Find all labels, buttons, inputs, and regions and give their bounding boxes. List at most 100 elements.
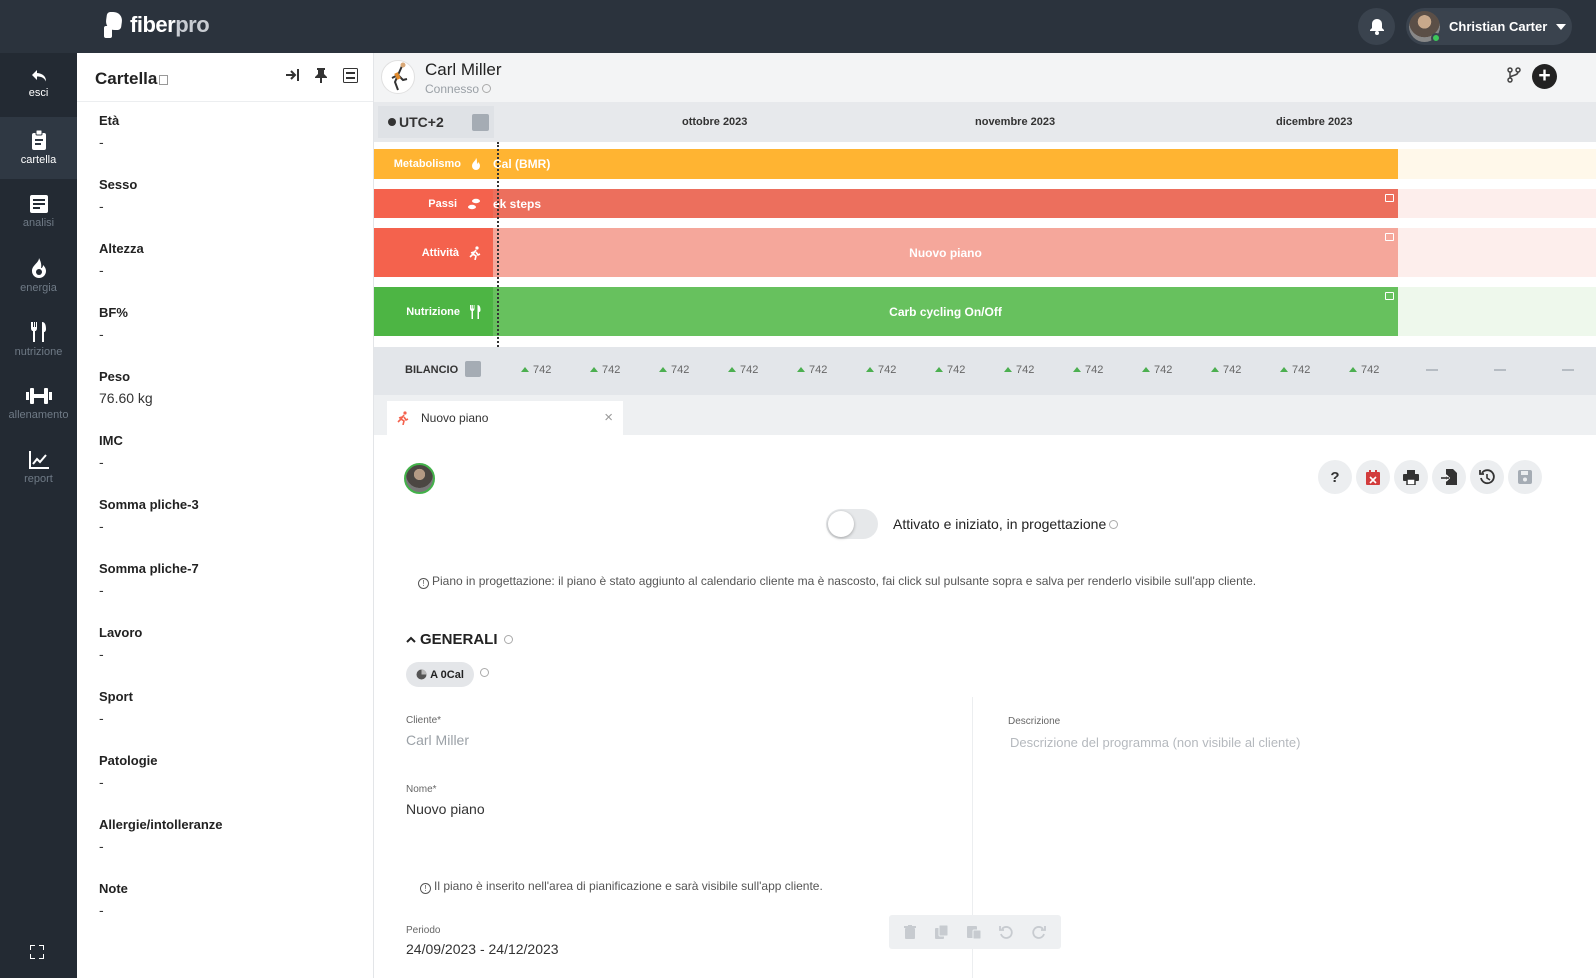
undo-icon[interactable] [999,925,1014,939]
delete-plan-button[interactable] [1356,460,1390,494]
client-avatar[interactable] [381,60,415,94]
field-value: - [99,454,104,470]
nav-item-cartella[interactable]: cartella [0,117,77,179]
help-button[interactable]: ? [1318,460,1352,494]
import-button[interactable] [1432,460,1466,494]
field-patologie: Patologie - [99,753,359,817]
field-value: - [99,774,104,790]
row-label-text: Nutrizione [406,305,460,318]
collapse-panel-icon[interactable] [285,68,299,82]
nav-item-esci[interactable]: esci [0,53,77,115]
clock-icon [388,118,396,126]
nav-item-label: energia [20,282,57,294]
nav-item-report[interactable]: report [0,437,77,499]
field-label: IMC [99,433,123,448]
back-arrow-icon [31,70,46,82]
field-label: BF% [99,305,128,320]
plan-bar-attivita[interactable]: Nuovo piano [493,228,1398,277]
balance-value: 742 [1211,364,1241,376]
balance-value: 742 [590,364,620,376]
bar-chart-icon[interactable] [465,361,481,377]
running-icon [469,245,481,260]
row-label-attivita[interactable]: Attività [374,228,493,277]
triangle-up-icon [935,367,943,372]
paste-icon[interactable] [966,925,981,939]
nav-item-label: allenamento [8,409,69,421]
nav-item-energia[interactable]: energia [0,245,77,307]
row-future-area [1398,149,1596,179]
periodo-field[interactable]: 24/09/2023 - 24/12/2023 [406,941,559,957]
print-button[interactable] [1394,460,1428,494]
row-label-text: Passi [428,197,457,210]
field-sesso: Sesso - [99,177,359,241]
edit-icon[interactable] [1385,233,1394,241]
edit-icon[interactable] [1385,292,1394,300]
chevron-up-icon[interactable] [406,636,416,644]
timezone-selector[interactable]: UTC+2 [378,106,494,138]
redo-icon[interactable] [1032,925,1046,939]
nav-item-allenamento[interactable]: allenamento [0,373,77,435]
plan-bar-metabolismo[interactable]: Cal (BMR) [493,149,1398,179]
app-logo[interactable]: fiberpro [104,12,210,38]
nome-field[interactable]: Nuovo piano [406,801,485,817]
plan-bar-nutrizione[interactable]: Carb cycling On/Off [493,287,1398,336]
nav-item-label: nutrizione [14,346,63,358]
avatar [1409,11,1441,43]
plan-bar-passi[interactable]: ek steps [493,189,1398,218]
toggle-knob [828,511,854,537]
activation-toggle[interactable] [826,509,878,539]
balance-label: BILANCIO [405,364,459,376]
cliente-label: Cliente* [406,715,442,726]
fullscreen-icon[interactable] [30,945,44,959]
triangle-up-icon [1004,367,1012,372]
month-label: novembre 2023 [975,116,1056,128]
calendar-check-icon[interactable] [472,114,489,131]
clipboard-icon [31,130,46,150]
notifications-button[interactable] [1358,8,1395,45]
field-value: - [99,262,104,278]
copy-icon[interactable] [934,925,949,939]
field-sport: Sport - [99,689,359,753]
row-label-nutrizione[interactable]: Nutrizione [374,287,493,336]
balance-empty-marker [1494,369,1506,371]
info-icon[interactable] [1109,520,1119,529]
trash-icon[interactable] [904,925,917,939]
avatar[interactable] [404,463,435,494]
calories-chip[interactable]: A 0Cal [406,662,474,687]
field-value: - [99,198,104,214]
field-value: - [99,582,104,598]
floppy-disk-icon [1518,470,1532,484]
field-value: - [99,134,104,150]
edit-icon[interactable] [1385,194,1394,202]
cliente-field[interactable]: Carl Miller [406,732,469,748]
nav-item-analisi[interactable]: analisi [0,181,77,243]
tab-nuovo-piano[interactable]: Nuovo piano × [387,401,623,435]
info-icon[interactable] [480,668,489,677]
row-label-metabolismo[interactable]: Metabolismo [374,149,493,179]
info-circle-icon: ! [418,578,429,589]
edit-toolbar [889,915,1061,949]
history-button[interactable] [1470,460,1504,494]
field-label: Somma pliche-7 [99,561,199,576]
field-value: - [99,326,104,342]
field-label: Patologie [99,753,158,768]
balance-value: 742 [1280,364,1310,376]
descrizione-field[interactable]: Descrizione del programma (non visibile … [1010,735,1300,750]
row-label-passi[interactable]: Passi [374,189,493,218]
user-menu[interactable]: Christian Carter [1406,8,1572,45]
pin-icon[interactable] [315,68,327,83]
close-icon[interactable]: × [604,409,613,426]
add-button[interactable]: + [1532,64,1557,89]
balance-value: 742 [1073,364,1103,376]
info-icon[interactable] [482,84,492,93]
nav-item-nutrizione[interactable]: nutrizione [0,309,77,371]
pie-chart-icon [416,669,427,680]
save-button[interactable] [1508,460,1542,494]
timezone-label: UTC+2 [399,114,444,130]
client-header: Carl Miller Connesso + [374,53,1596,102]
field-somma-pliche-3: Somma pliche-3 - [99,497,359,561]
list-settings-icon[interactable] [343,68,358,83]
info-icon[interactable] [503,635,513,644]
triangle-up-icon [728,367,736,372]
branch-icon[interactable] [1507,67,1521,83]
